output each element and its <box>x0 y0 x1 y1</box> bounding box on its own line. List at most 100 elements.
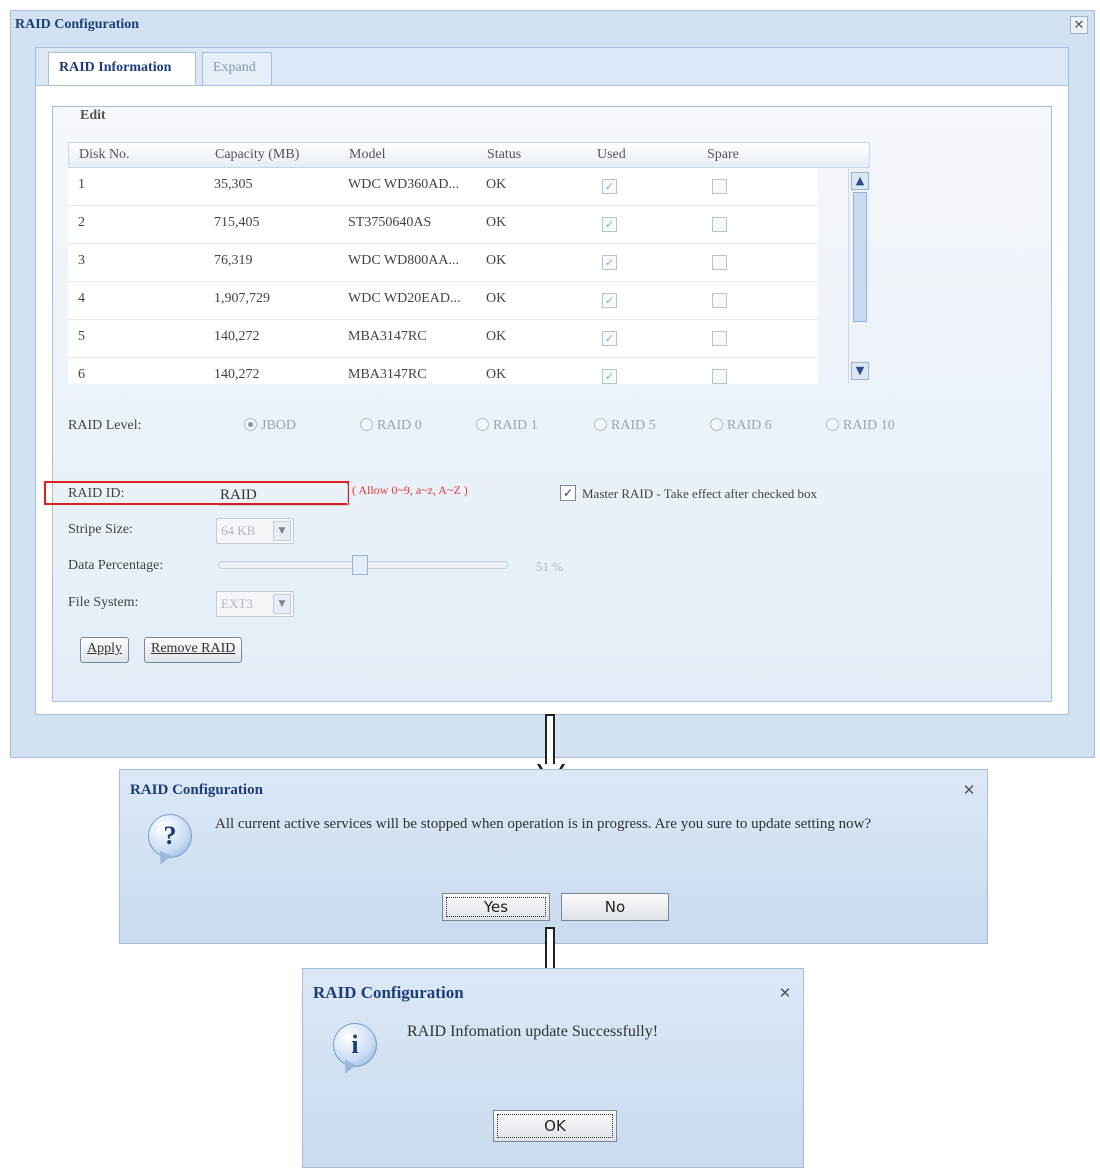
column-header-capacity[interactable]: Capacity (MB) <box>215 147 299 163</box>
cell-model: MBA3147RC <box>348 329 427 344</box>
radio-label: RAID 10 <box>843 418 895 433</box>
master-raid-checkbox[interactable]: ✓ <box>560 485 576 501</box>
tab-bar: RAID Information Expand <box>35 47 1069 88</box>
cell-model: WDC WD800AA... <box>348 253 459 268</box>
confirm-dialog: RAID Configuration ✕ ? All current activ… <box>119 769 988 944</box>
cell-model: MBA3147RC <box>348 367 427 382</box>
apply-button[interactable]: Apply <box>80 637 129 663</box>
radio-label: RAID 6 <box>727 418 772 433</box>
data-percentage-value: 51 % <box>536 559 564 574</box>
file-system-value: EXT3 <box>221 596 253 611</box>
chevron-down-icon: ▼ <box>273 521 291 541</box>
table-row[interactable]: 6 140,272 MBA3147RC OK ✓ <box>68 358 818 384</box>
column-header-used[interactable]: Used <box>597 147 626 163</box>
file-system-label: File System: <box>68 595 139 610</box>
cell-status: OK <box>486 177 507 192</box>
cell-model: ST3750640AS <box>348 215 432 230</box>
spare-checkbox[interactable] <box>712 331 727 346</box>
radio-dot <box>826 418 839 431</box>
table-row[interactable]: 5 140,272 MBA3147RC OK ✓ <box>68 320 818 358</box>
cell-status: OK <box>486 253 507 268</box>
cell-capacity: 140,272 <box>214 329 260 344</box>
master-raid-label: Master RAID - Take effect after checked … <box>582 486 818 501</box>
table-row[interactable]: 4 1,907,729 WDC WD20EAD... OK ✓ <box>68 282 818 320</box>
table-row[interactable]: 2 715,405 ST3750640AS OK ✓ <box>68 206 818 244</box>
used-checkbox: ✓ <box>602 331 617 346</box>
spare-checkbox[interactable] <box>712 369 727 384</box>
cell-model: WDC WD360AD... <box>348 177 459 192</box>
radio-raid-0[interactable]: RAID 0 <box>360 418 422 434</box>
spare-checkbox[interactable] <box>712 217 727 232</box>
ok-button[interactable]: OK <box>493 1110 617 1142</box>
stripe-size-label: Stripe Size: <box>68 522 133 537</box>
cell-capacity: 715,405 <box>214 215 260 230</box>
scroll-up-icon[interactable]: ▲ <box>851 172 869 190</box>
radio-dot <box>594 418 607 431</box>
cell-disk-no: 5 <box>78 329 85 344</box>
remove-raid-button[interactable]: Remove RAID <box>144 637 243 663</box>
radio-label: RAID 1 <box>493 418 538 433</box>
cell-disk-no: 2 <box>78 215 85 230</box>
scroll-down-icon[interactable]: ▼ <box>851 362 869 380</box>
radio-dot <box>710 418 723 431</box>
table-body: 1 35,305 WDC WD360AD... OK ✓ 2 715,405 S… <box>68 168 818 384</box>
stripe-size-select[interactable]: 64 KB ▼ <box>216 518 294 544</box>
column-header-model[interactable]: Model <box>349 147 386 163</box>
radio-label: RAID 5 <box>611 418 656 433</box>
tab-raid-information[interactable]: RAID Information <box>48 52 196 88</box>
table-header: Disk No. Capacity (MB) Model Status Used… <box>68 142 870 168</box>
edit-legend: Edit <box>74 108 112 124</box>
cell-disk-no: 1 <box>78 177 85 192</box>
table-scrollbar[interactable]: ▲ ▼ <box>848 168 871 384</box>
column-header-spare[interactable]: Spare <box>707 147 739 163</box>
dialog-title: RAID Configuration <box>313 983 464 1002</box>
window-title: RAID Configuration <box>15 17 140 32</box>
radio-dot <box>476 418 489 431</box>
radio-jbod[interactable]: JBOD <box>244 418 296 434</box>
used-checkbox: ✓ <box>602 293 617 308</box>
radio-dot <box>360 418 373 431</box>
cell-capacity: 76,319 <box>214 253 253 268</box>
cell-model: WDC WD20EAD... <box>348 291 461 306</box>
raid-id-label: RAID ID: <box>68 486 125 501</box>
arrow-shaft <box>545 714 555 766</box>
cell-status: OK <box>486 329 507 344</box>
radio-raid-5[interactable]: RAID 5 <box>594 418 656 434</box>
cell-disk-no: 6 <box>78 367 85 382</box>
raid-id-input[interactable]: RAID <box>218 484 348 506</box>
used-checkbox: ✓ <box>602 255 617 270</box>
close-icon[interactable]: ✕ <box>775 983 795 1003</box>
cell-capacity: 1,907,729 <box>214 291 270 306</box>
raid-id-hint: ( Allow 0~9, a~z, A~Z ) <box>352 483 468 497</box>
radio-raid-6[interactable]: RAID 6 <box>710 418 772 434</box>
close-icon[interactable]: ✕ <box>959 780 979 800</box>
dialog-title: RAID Configuration <box>130 782 263 798</box>
cell-capacity: 140,272 <box>214 367 260 382</box>
yes-button[interactable]: Yes <box>442 893 550 921</box>
radio-raid-10[interactable]: RAID 10 <box>826 418 895 434</box>
cell-status: OK <box>486 367 507 382</box>
disk-table: Disk No. Capacity (MB) Model Status Used… <box>68 142 871 384</box>
table-row[interactable]: 1 35,305 WDC WD360AD... OK ✓ <box>68 168 818 206</box>
column-header-disk-no[interactable]: Disk No. <box>79 147 130 163</box>
cell-capacity: 35,305 <box>214 177 253 192</box>
question-icon: ? <box>148 814 192 858</box>
info-dialog: RAID Configuration ✕ i RAID Infomation u… <box>302 968 804 1168</box>
spare-checkbox[interactable] <box>712 179 727 194</box>
radio-label: RAID 0 <box>377 418 422 433</box>
no-button[interactable]: No <box>561 893 669 921</box>
table-row[interactable]: 3 76,319 WDC WD800AA... OK ✓ <box>68 244 818 282</box>
radio-raid-1[interactable]: RAID 1 <box>476 418 538 434</box>
column-header-status[interactable]: Status <box>487 147 521 163</box>
tab-expand[interactable]: Expand <box>202 52 272 88</box>
slider-handle[interactable] <box>351 555 368 575</box>
spare-checkbox[interactable] <box>712 255 727 270</box>
raid-level-label: RAID Level: <box>68 418 142 433</box>
close-icon[interactable]: ✕ <box>1070 16 1088 34</box>
spare-checkbox[interactable] <box>712 293 727 308</box>
cell-status: OK <box>486 291 507 306</box>
file-system-select[interactable]: EXT3 ▼ <box>216 591 294 617</box>
dialog-message: RAID Infomation update Successfully! <box>407 1023 659 1040</box>
scrollbar-thumb[interactable] <box>853 192 867 322</box>
dialog-message: All current active services will be stop… <box>215 816 872 832</box>
